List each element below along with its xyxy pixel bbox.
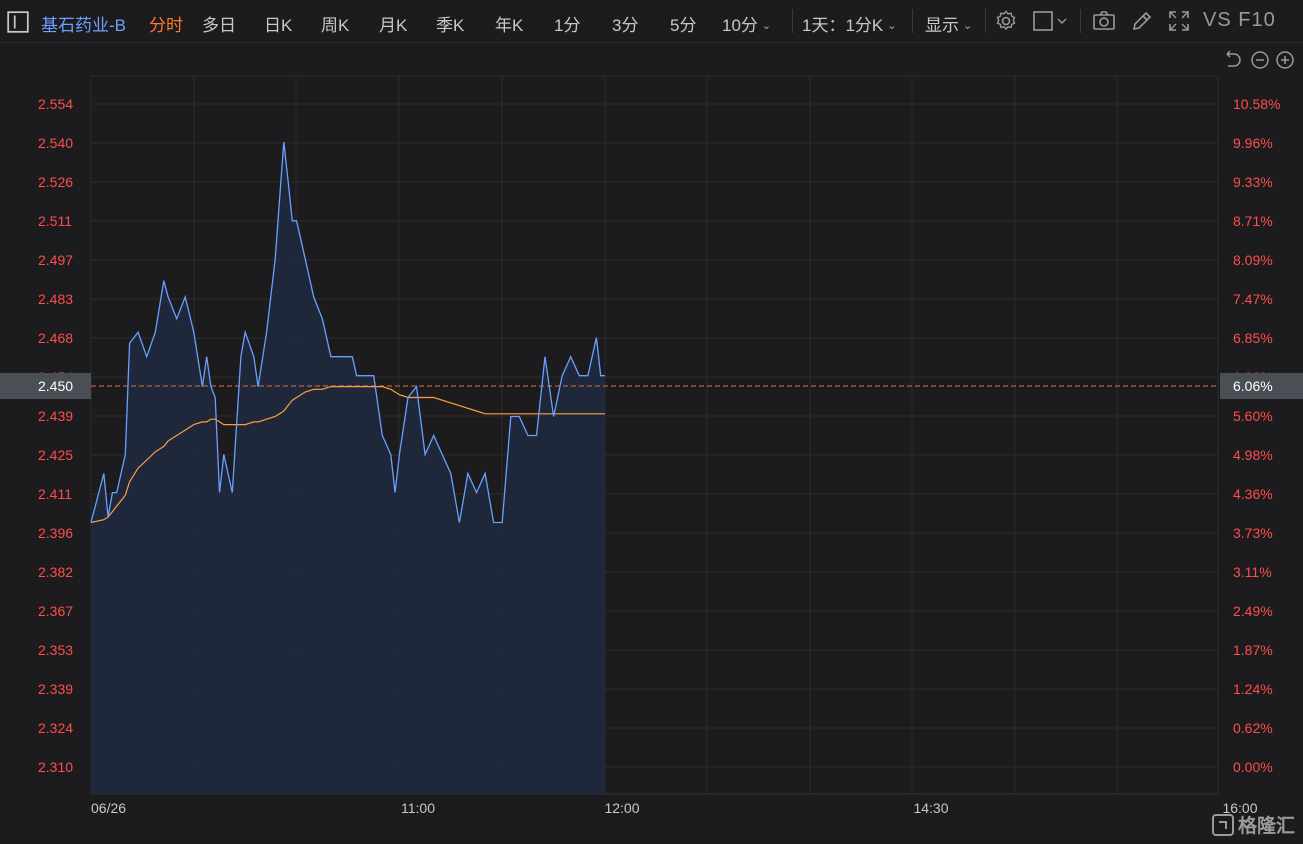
right-tick-label: 6.85% xyxy=(1233,330,1273,346)
watermark-logo: 格隆汇 xyxy=(1211,811,1295,838)
right-tick-label: 3.73% xyxy=(1233,525,1273,541)
left-tick-label: 2.367 xyxy=(38,603,73,619)
logo-icon xyxy=(1211,813,1234,836)
undo-icon[interactable] xyxy=(1226,50,1241,67)
right-tick-label: 9.33% xyxy=(1233,174,1273,190)
left-tick-label: 2.324 xyxy=(38,720,73,736)
left-tick-label: 2.339 xyxy=(38,681,73,697)
right-tick-label: 5.60% xyxy=(1233,408,1273,424)
price-area xyxy=(91,142,605,794)
intraday-chart[interactable]: 2.5542.5402.5262.5112.4972.4832.4682.454… xyxy=(0,0,1303,844)
left-tick-label: 2.396 xyxy=(38,525,73,541)
right-tick-label: 8.09% xyxy=(1233,252,1273,268)
right-tick-label: 9.96% xyxy=(1233,135,1273,151)
left-tick-label: 2.483 xyxy=(38,291,73,307)
left-tick-label: 2.511 xyxy=(38,213,72,229)
price-area-fill xyxy=(91,142,605,794)
time-tick-label: 06/26 xyxy=(91,800,126,816)
zoom-in-icon[interactable] xyxy=(1276,51,1294,69)
time-axis: 06/26 11:00 12:00 14:30 16:00 xyxy=(91,800,1258,816)
right-tick-label: 0.00% xyxy=(1233,759,1273,775)
right-percent-axis: 10.58%9.96%9.33%8.71%8.09%7.47%6.85%6.23… xyxy=(1233,96,1280,775)
time-tick-label: 14:30 xyxy=(913,800,948,816)
right-tick-label: 7.47% xyxy=(1233,291,1273,307)
left-tick-label: 2.411 xyxy=(38,486,72,502)
right-tick-label: 10.58% xyxy=(1233,96,1280,112)
left-price-axis: 2.5542.5402.5262.5112.4972.4832.4682.454… xyxy=(38,96,73,775)
left-tick-label: 2.439 xyxy=(38,408,73,424)
right-tick-label: 4.98% xyxy=(1233,447,1273,463)
left-tick-label: 2.468 xyxy=(38,330,73,346)
left-tick-label: 2.526 xyxy=(38,174,73,190)
right-tick-label: 3.11% xyxy=(1233,564,1272,580)
right-tick-label: 0.62% xyxy=(1233,720,1273,736)
left-tick-label: 2.497 xyxy=(38,252,73,268)
left-tick-label: 2.310 xyxy=(38,759,73,775)
right-tick-label: 4.36% xyxy=(1233,486,1273,502)
time-tick-label: 12:00 xyxy=(604,800,639,816)
zoom-out-icon[interactable] xyxy=(1251,51,1269,69)
right-tick-label: 2.49% xyxy=(1233,603,1273,619)
left-tick-label: 2.540 xyxy=(38,135,73,151)
right-tick-label: 1.24% xyxy=(1233,681,1273,697)
left-tick-label: 2.353 xyxy=(38,642,73,658)
right-tick-label: 1.87% xyxy=(1233,642,1273,658)
left-tick-label: 2.554 xyxy=(38,96,73,112)
right-tick-label: 8.71% xyxy=(1233,213,1273,229)
time-tick-label: 11:00 xyxy=(401,800,435,816)
current-pct-label: 6.06% xyxy=(1233,378,1273,394)
current-price-label: 2.450 xyxy=(38,378,73,394)
left-tick-label: 2.382 xyxy=(38,564,73,580)
watermark-text: 格隆汇 xyxy=(1237,816,1295,837)
chart-controls xyxy=(1222,49,1298,76)
left-tick-label: 2.425 xyxy=(38,447,73,463)
